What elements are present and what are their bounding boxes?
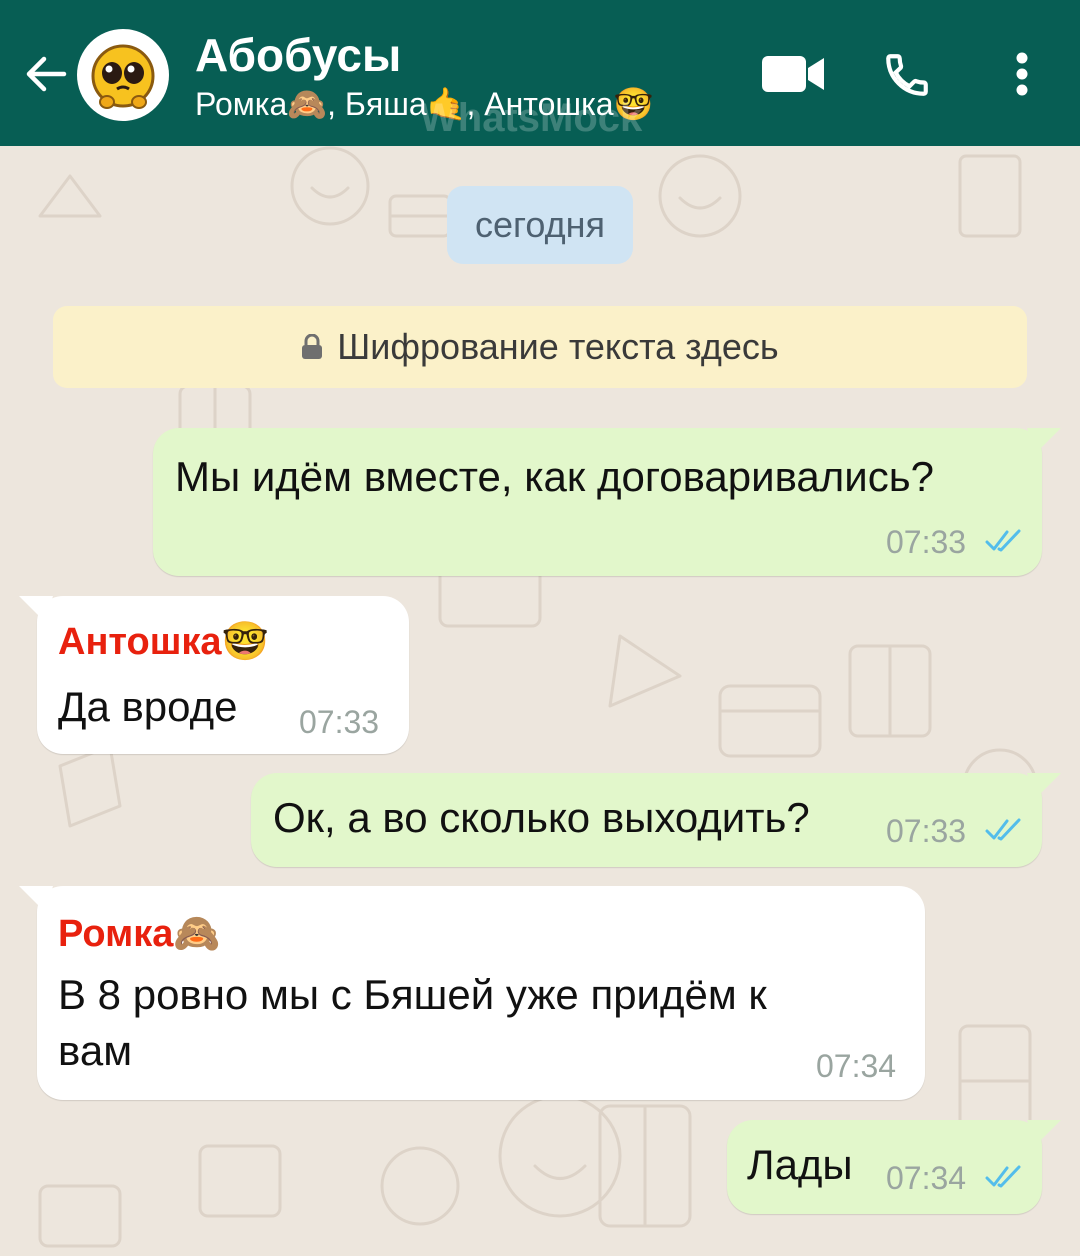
group-avatar[interactable] (77, 29, 169, 121)
message-bubble-outgoing[interactable]: Лады 07:34 (727, 1120, 1061, 1214)
message-bubble-outgoing[interactable]: Мы идём вместе, как договаривались? 07:3… (153, 428, 1061, 576)
bubble-tail (1027, 773, 1061, 799)
chat-area[interactable]: сегодня Шифрование текста здесь Мы идём … (0, 146, 1080, 1256)
message-text-line: вам (58, 1027, 133, 1074)
phone-icon[interactable] (882, 50, 932, 100)
message-bubble-outgoing[interactable]: Ок, а во сколько выходить? 07:33 (251, 773, 1061, 867)
video-call-icon[interactable] (762, 54, 826, 94)
lock-icon (302, 334, 323, 359)
date-chip: сегодня (447, 186, 633, 264)
bubble-tail (19, 596, 53, 622)
message-text: Лады (747, 1141, 853, 1188)
more-options-icon[interactable] (1012, 52, 1032, 98)
message-time: 07:34 (816, 1048, 897, 1084)
bubble-tail (19, 886, 53, 912)
chat-title[interactable]: Абобусы (195, 28, 401, 82)
message-text-line: В 8 ровно мы с Бяшей уже придём к (58, 971, 767, 1018)
read-receipt-icon (985, 1165, 1021, 1188)
message-text: Ок, а во сколько выходить? (273, 794, 810, 841)
group-members[interactable]: Ромка🙈, Бяша🤙, Антошка🤓 (195, 85, 653, 123)
chat-header: Абобусы Ромка🙈, Бяша🤙, Антошка🤓 WhatsMoc… (0, 0, 1080, 146)
message-bubble-incoming[interactable]: Антошка🤓 Да вроде 07:33 (19, 596, 409, 754)
message-time: 07:33 (886, 813, 967, 849)
bubble-tail (1027, 1120, 1061, 1146)
back-arrow-icon[interactable] (22, 50, 70, 98)
message-time: 07:33 (886, 524, 967, 560)
message-time: 07:34 (886, 1160, 967, 1196)
encryption-notice[interactable]: Шифрование текста здесь (53, 306, 1027, 388)
sender-name[interactable]: Ромка🙈 (58, 912, 221, 956)
bubble-tail (1027, 428, 1061, 454)
encryption-text: Шифрование текста здесь (337, 326, 779, 367)
message-bubble-incoming[interactable]: Ромка🙈 В 8 ровно мы с Бяшей уже придём к… (19, 886, 925, 1100)
sender-name[interactable]: Антошка🤓 (58, 620, 269, 664)
message-text: Да вроде (58, 683, 238, 730)
read-receipt-icon (985, 818, 1021, 841)
message-text: Мы идём вместе, как договаривались? (175, 453, 934, 500)
read-receipt-icon (985, 529, 1021, 552)
message-time: 07:33 (299, 704, 380, 740)
avatar-emoji-icon (91, 44, 155, 109)
